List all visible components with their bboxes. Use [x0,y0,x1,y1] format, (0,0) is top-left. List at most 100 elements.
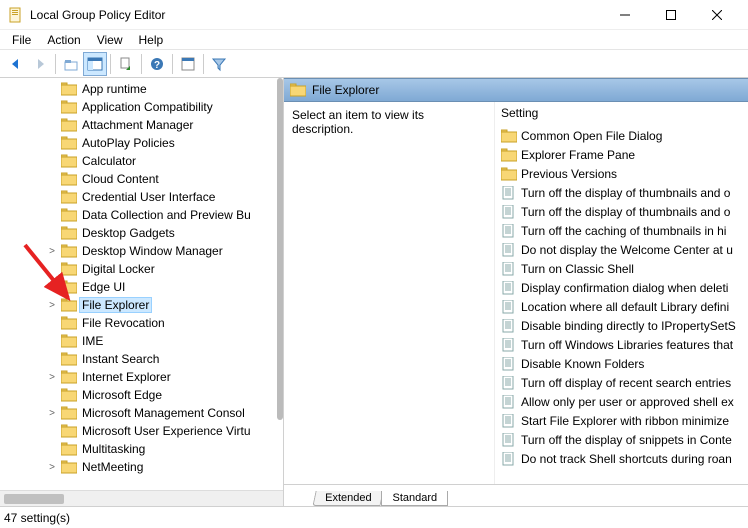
tree-item[interactable]: Digital Locker [0,260,283,278]
properties-button[interactable] [176,52,200,76]
tree-item[interactable]: Multitasking [0,440,283,458]
forward-button[interactable] [28,52,52,76]
tree-item-label: Edge UI [80,280,127,294]
setting-row[interactable]: Location where all default Library defin… [497,297,746,316]
description-text: Select an item to view its description. [292,108,424,136]
maximize-button[interactable] [648,0,694,30]
setting-row[interactable]: Turn off the display of snippets in Cont… [497,430,746,449]
tree-item[interactable]: Cloud Content [0,170,283,188]
setting-row[interactable]: Turn on Classic Shell [497,259,746,278]
tab-extended[interactable]: Extended [312,491,384,506]
folder-icon [61,316,77,330]
tree-item[interactable]: Attachment Manager [0,116,283,134]
setting-row[interactable]: Turn off the caching of thumbnails in hi [497,221,746,240]
tab-standard[interactable]: Standard [381,491,448,506]
tree-item[interactable]: ˃NetMeeting [0,458,283,476]
close-button[interactable] [694,0,740,30]
policy-icon [501,319,517,333]
policy-icon [501,281,517,295]
setting-row[interactable]: Turn off Windows Libraries features that [497,335,746,354]
setting-row[interactable]: Do not track Shell shortcuts during roan [497,449,746,468]
filter-button[interactable] [207,52,231,76]
setting-row[interactable]: Turn off the display of thumbnails and o [497,202,746,221]
setting-label: Turn on Classic Shell [521,262,634,276]
toolbar: ? [0,50,748,78]
setting-label: Display confirmation dialog when deleti [521,281,728,295]
policy-icon [501,262,517,276]
menu-view[interactable]: View [89,33,131,47]
menu-file[interactable]: File [4,33,39,47]
setting-row[interactable]: Do not display the Welcome Center at u [497,240,746,259]
tree-item[interactable]: Edge UI [0,278,283,296]
menu-action[interactable]: Action [39,33,88,47]
expander-icon[interactable]: ˃ [46,300,58,311]
expander-icon[interactable]: ˃ [46,462,58,473]
menu-help[interactable]: Help [131,33,172,47]
tree-item[interactable]: ˃Microsoft Management Consol [0,404,283,422]
expander-icon[interactable]: ˃ [46,408,58,419]
titlebar: Local Group Policy Editor [0,0,748,30]
policy-icon [501,414,517,428]
setting-row[interactable]: Disable binding directly to IPropertySet… [497,316,746,335]
setting-label: Allow only per user or approved shell ex [521,395,734,409]
tree-item[interactable]: Microsoft Edge [0,386,283,404]
setting-label: Turn off the display of snippets in Cont… [521,433,732,447]
tree-item[interactable]: Credential User Interface [0,188,283,206]
statusbar: 47 setting(s) [0,506,748,528]
policy-icon [501,224,517,238]
tree-item[interactable]: Desktop Gadgets [0,224,283,242]
setting-row[interactable]: Disable Known Folders [497,354,746,373]
setting-row[interactable]: Explorer Frame Pane [497,145,746,164]
folder-icon [61,442,77,456]
status-text: 47 setting(s) [4,511,70,525]
tree-item[interactable]: ˃File Explorer [0,296,283,314]
tree-item[interactable]: IME [0,332,283,350]
setting-row[interactable]: Turn off display of recent search entrie… [497,373,746,392]
setting-row[interactable]: Start File Explorer with ribbon minimize [497,411,746,430]
tree-item[interactable]: File Revocation [0,314,283,332]
help-button[interactable]: ? [145,52,169,76]
tree-item-label: Internet Explorer [80,370,173,384]
setting-row[interactable]: Previous Versions [497,164,746,183]
back-button[interactable] [4,52,28,76]
expander-icon[interactable]: ˃ [46,246,58,257]
menubar: FileActionViewHelp [0,30,748,50]
setting-row[interactable]: Turn off the display of thumbnails and o [497,183,746,202]
folder-icon [61,460,77,474]
setting-row[interactable]: Common Open File Dialog [497,126,746,145]
settings-column: Setting Common Open File Dialog Explorer … [494,102,748,506]
setting-row[interactable]: Allow only per user or approved shell ex [497,392,746,411]
details-header: File Explorer [284,78,748,102]
tree-item[interactable]: Instant Search [0,350,283,368]
export-button[interactable] [114,52,138,76]
setting-label: Explorer Frame Pane [521,148,635,162]
tree-item-label: File Revocation [80,316,167,330]
tree-item[interactable]: Calculator [0,152,283,170]
details-header-title: File Explorer [312,83,379,97]
tree-hscrollbar[interactable] [0,490,283,506]
tree-panel[interactable]: App runtime Application Compatibility Atta… [0,78,284,506]
tree-item[interactable]: Application Compatibility [0,98,283,116]
tree-item[interactable]: ˃ Internet Explorer [0,368,283,386]
setting-label: Previous Versions [521,167,617,181]
tree-item[interactable]: Microsoft User Experience Virtu [0,422,283,440]
tree-item[interactable]: App runtime [0,80,283,98]
tree-item[interactable]: AutoPlay Policies [0,134,283,152]
tree-item-label: Attachment Manager [80,118,195,132]
show-hide-tree-button[interactable] [83,52,107,76]
up-button[interactable] [59,52,83,76]
folder-icon [61,154,77,168]
tree-item-label: App runtime [80,82,149,96]
panel-splitter[interactable] [284,78,287,506]
tree-item[interactable]: ˃Desktop Window Manager [0,242,283,260]
minimize-button[interactable] [602,0,648,30]
setting-row[interactable]: Display confirmation dialog when deleti [497,278,746,297]
folder-icon [61,352,77,366]
folder-icon [501,167,517,181]
tree-scrollbar[interactable] [277,78,283,420]
expander-icon[interactable]: ˃ [46,372,58,383]
tree-item[interactable]: Data Collection and Preview Bu [0,206,283,224]
details-panel: File Explorer Select an item to view its… [284,78,748,506]
policy-icon [501,452,517,466]
setting-column-header[interactable]: Setting [495,102,748,124]
